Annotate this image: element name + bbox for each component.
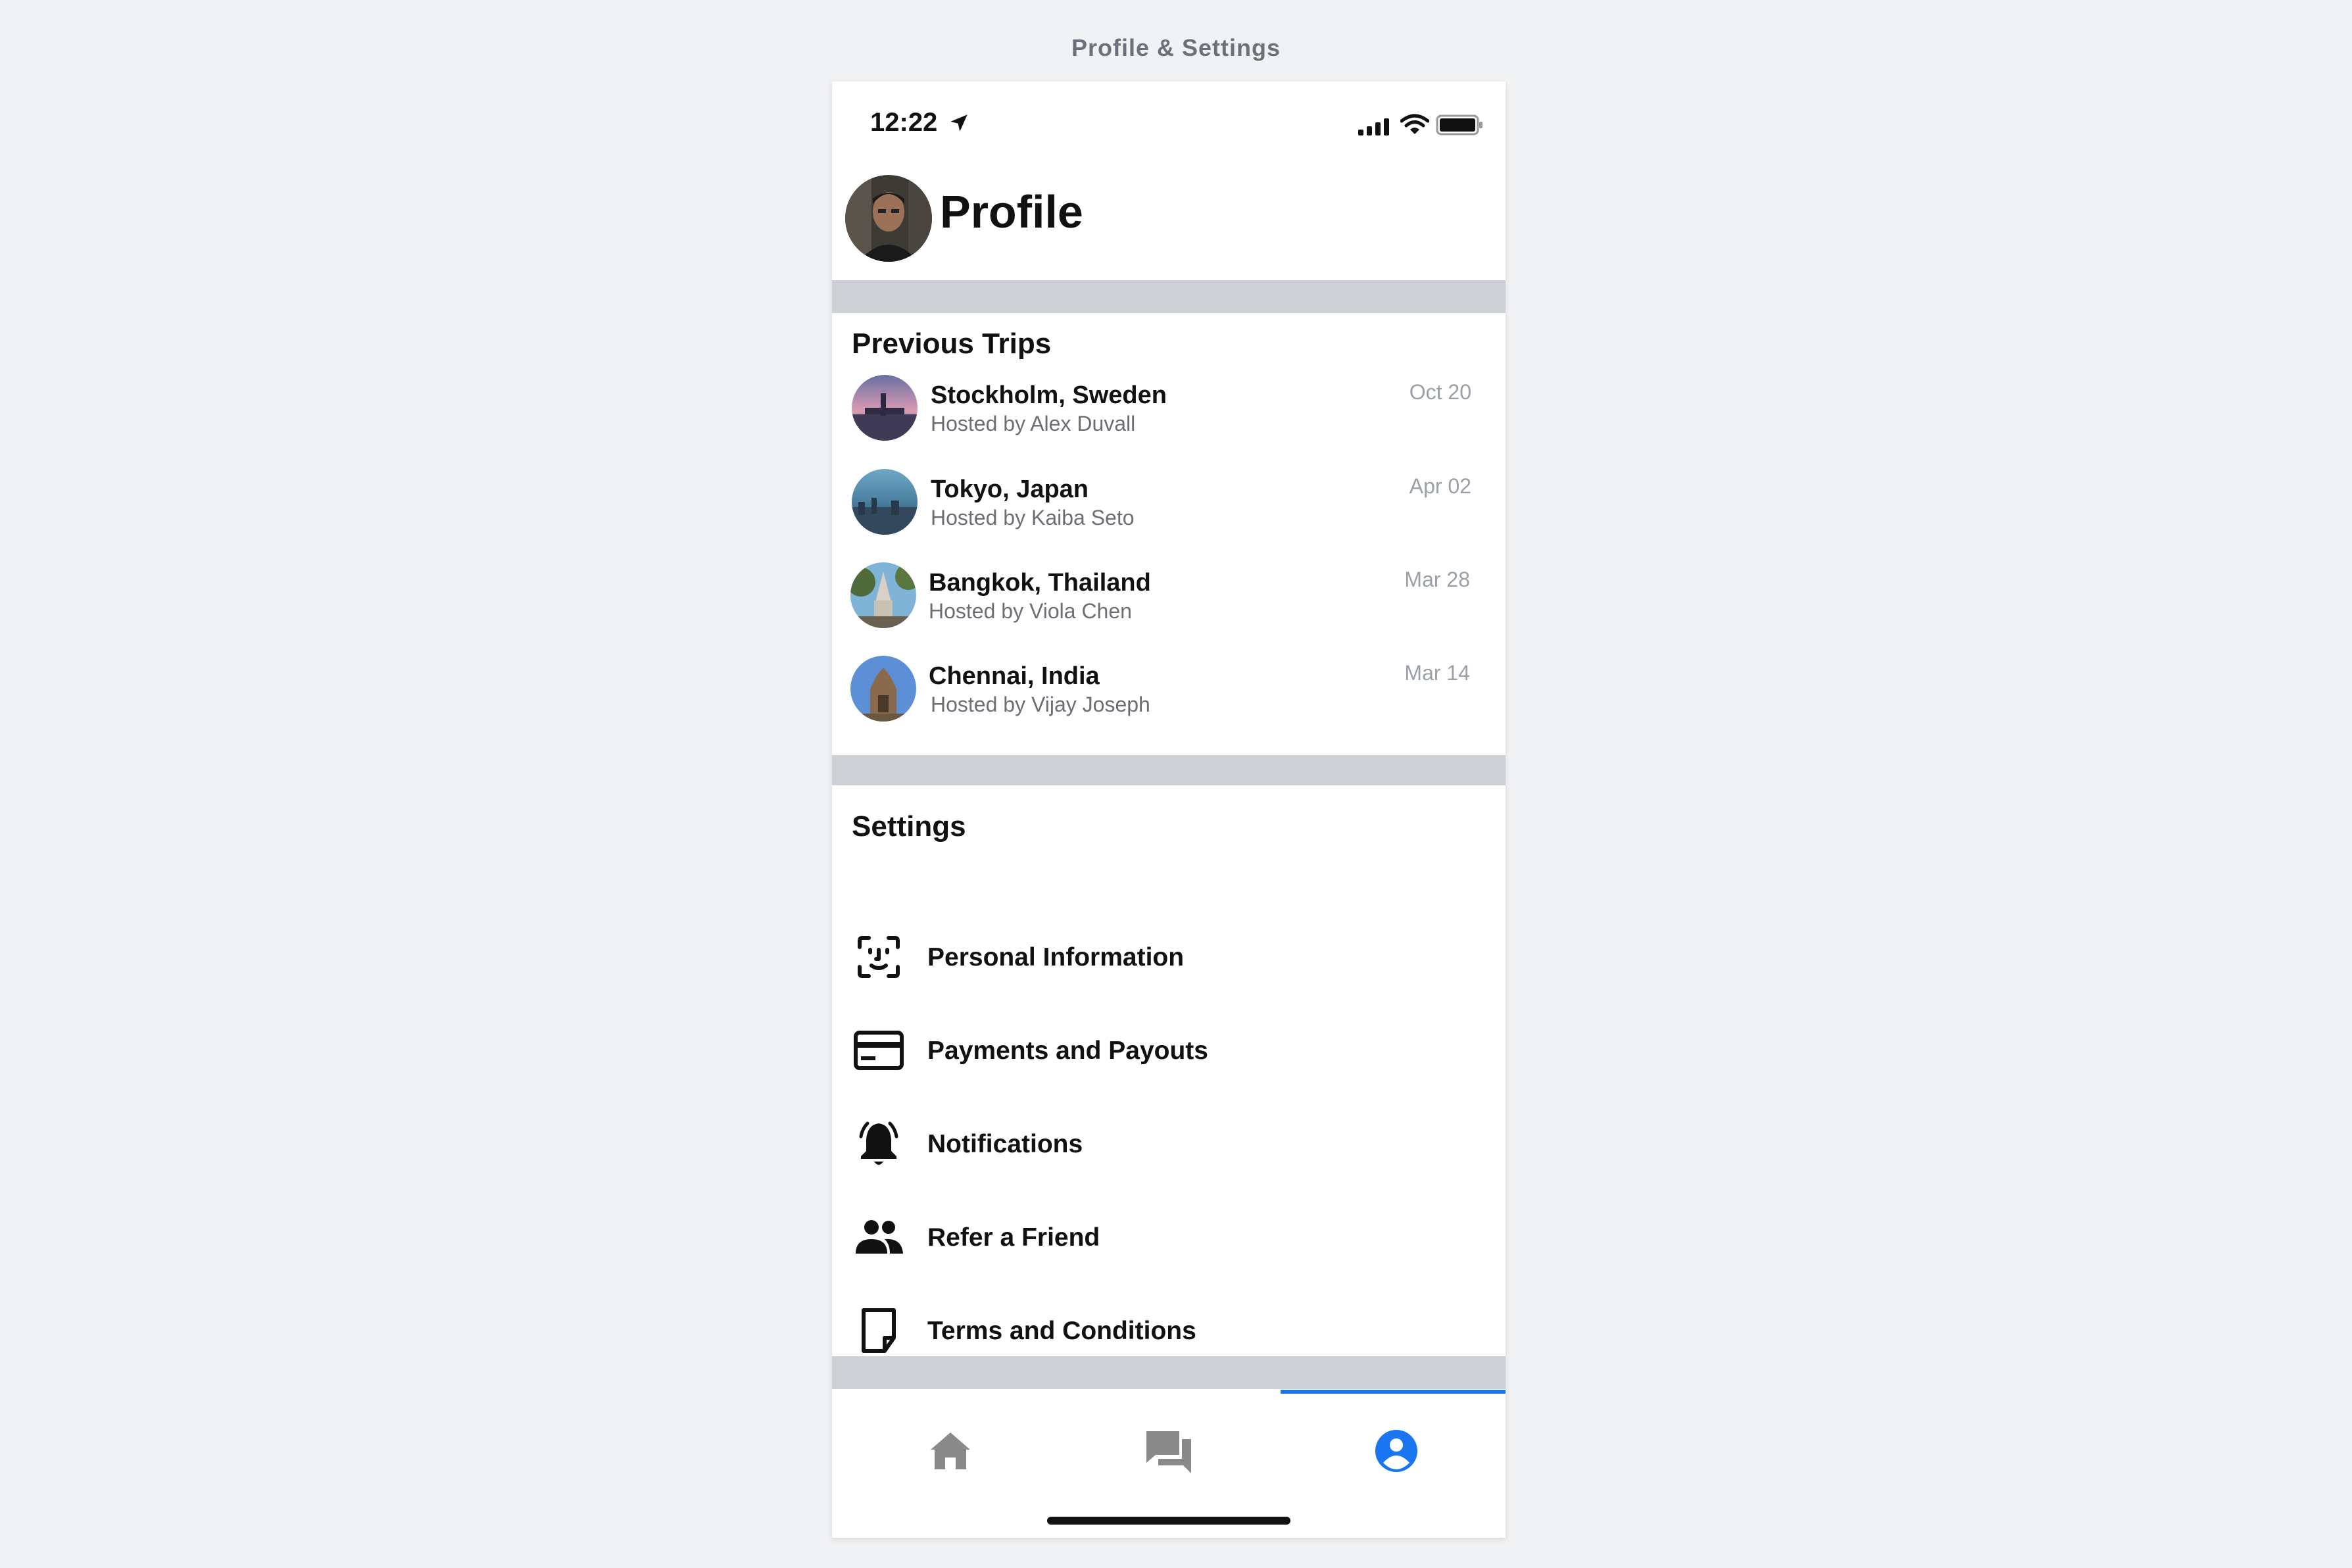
trip-item-stockholm[interactable]: Stockholm, Sweden Hosted by Alex Duvall … <box>832 375 1506 460</box>
setting-notifications[interactable]: Notifications <box>832 1101 1506 1187</box>
account-icon[interactable] <box>1369 1423 1424 1479</box>
trip-host: Hosted by Viola Chen <box>929 599 1132 623</box>
page-title: Profile <box>940 186 1083 237</box>
bell-icon <box>859 1121 898 1165</box>
settings-heading: Settings <box>852 810 966 843</box>
phone-screen: 12:22 Profile Previous Trips Stockholm, … <box>832 82 1506 1538</box>
trip-host: Hosted by Vijay Joseph <box>931 693 1150 716</box>
section-divider <box>832 280 1506 313</box>
face-id-icon <box>858 936 900 978</box>
status-time: 12:22 <box>870 108 938 137</box>
trip-thumbnail <box>850 656 916 722</box>
setting-label: Notifications <box>927 1130 1083 1158</box>
home-indicator <box>1047 1517 1290 1525</box>
trip-date: Mar 28 <box>1404 568 1470 591</box>
setting-personal-information[interactable]: Personal Information <box>832 914 1506 1000</box>
trip-item-chennai[interactable]: Chennai, India Hosted by Vijay Joseph Ma… <box>832 656 1506 741</box>
setting-label: Payments and Payouts <box>927 1037 1208 1065</box>
trip-date: Oct 20 <box>1409 380 1471 404</box>
trip-host: Hosted by Alex Duvall <box>931 412 1136 435</box>
setting-label: Refer a Friend <box>927 1223 1100 1252</box>
setting-label: Terms and Conditions <box>927 1317 1196 1345</box>
previous-trips-heading: Previous Trips <box>852 328 1052 360</box>
avatar[interactable] <box>845 175 932 262</box>
setting-payments-and-payouts[interactable]: Payments and Payouts <box>832 1008 1506 1093</box>
trip-thumbnail <box>852 469 918 535</box>
section-divider <box>832 755 1506 785</box>
trip-date: Mar 14 <box>1404 661 1470 685</box>
trip-thumbnail <box>852 375 918 441</box>
trip-title: Tokyo, Japan <box>931 476 1089 503</box>
page-caption: Profile & Settings <box>1071 34 1281 61</box>
location-arrow-icon <box>950 114 968 132</box>
home-icon[interactable] <box>923 1423 978 1479</box>
people-icon <box>856 1220 903 1254</box>
trip-title: Chennai, India <box>929 662 1100 690</box>
battery-icon <box>1436 114 1482 135</box>
trip-title: Bangkok, Thailand <box>929 569 1151 597</box>
document-icon <box>862 1308 896 1353</box>
trip-host: Hosted by Kaiba Seto <box>931 506 1135 529</box>
trip-title: Stockholm, Sweden <box>931 381 1167 409</box>
setting-label: Personal Information <box>927 943 1185 971</box>
section-divider <box>832 1356 1506 1389</box>
wifi-icon <box>1400 114 1429 134</box>
signal-icon <box>1358 118 1389 135</box>
trip-date: Apr 02 <box>1409 474 1471 498</box>
trip-item-bangkok[interactable]: Bangkok, Thailand Hosted by Viola Chen M… <box>832 562 1506 648</box>
credit-card-icon <box>854 1031 904 1070</box>
trip-thumbnail <box>850 562 916 628</box>
setting-refer-a-friend[interactable]: Refer a Friend <box>832 1194 1506 1280</box>
chat-icon[interactable] <box>1141 1423 1196 1479</box>
active-tab-indicator <box>1281 1390 1506 1394</box>
trip-item-tokyo[interactable]: Tokyo, Japan Hosted by Kaiba Seto Apr 02 <box>832 469 1506 554</box>
